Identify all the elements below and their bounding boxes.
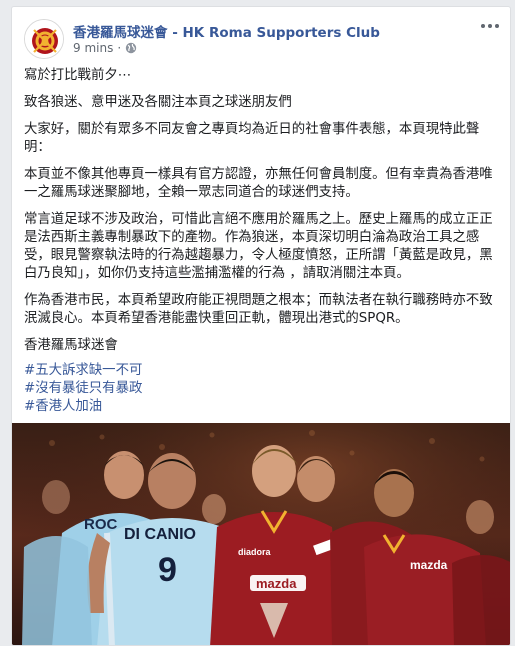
sponsor-logo: mazda	[256, 576, 297, 591]
club-logo-icon	[25, 20, 63, 58]
kit-brand: diadora	[238, 547, 272, 557]
sponsor-logo-secondary: mazda	[410, 558, 448, 572]
post-timestamp[interactable]: 9 mins	[73, 41, 113, 55]
more-dot	[495, 24, 499, 28]
jersey-number: 9	[158, 551, 177, 589]
globe-icon[interactable]	[125, 42, 137, 54]
more-dot	[488, 24, 492, 28]
partial-jersey-name: ROC	[84, 516, 118, 533]
page-avatar[interactable]	[24, 19, 64, 59]
post-paragraph: 作為香港市民，本頁希望政府能正視問題之根本；而執法者在執行職務時亦不致泯滅良心。…	[24, 293, 493, 326]
post-paragraph: 寫於打比戰前夕⋯	[24, 68, 132, 83]
post-paragraph: 致各狼迷、意甲迷及各關注本頁之球迷朋友們	[24, 95, 292, 110]
hashtag-list: #五大訴求缺一不可 #沒有暴徒只有暴政 #香港人加油	[24, 362, 502, 416]
post-paragraph: 本頁並不像其他專頁一樣具有官方認證，亦無任何會員制度。但有幸貴為香港唯一之羅馬球…	[24, 167, 493, 200]
post-paragraph: 大家好，關於有眾多不同友會之專頁均為近日的社會事件表態，本頁現特此聲明：	[24, 122, 480, 155]
post-signature: 香港羅馬球迷會	[24, 338, 118, 353]
post-body: 寫於打比戰前夕⋯ 致各狼迷、意甲迷及各關注本頁之球迷朋友們 大家好，關於有眾多不…	[24, 67, 502, 416]
post-header: 香港羅馬球迷會 - HK Roma Supporters Club 9 mins…	[12, 7, 510, 63]
more-options-icon[interactable]	[480, 19, 500, 33]
hashtag-link[interactable]: #五大訴求缺一不可	[24, 362, 502, 380]
post-meta: 9 mins ·	[73, 41, 137, 55]
football-players-photo: ROC DI CANIO 9 diadora mazda mazda	[12, 423, 510, 645]
post-card: 香港羅馬球迷會 - HK Roma Supporters Club 9 mins…	[11, 6, 511, 646]
post-paragraph: 常言道足球不涉及政治，可惜此言絕不應用於羅馬之上。歷史上羅馬的成立正正是法西斯主…	[24, 212, 493, 281]
post-photo[interactable]: ROC DI CANIO 9 diadora mazda mazda	[12, 423, 510, 645]
hashtag-link[interactable]: #香港人加油	[24, 398, 502, 416]
jersey-name: DI CANIO	[124, 526, 196, 543]
hashtag-link[interactable]: #沒有暴徒只有暴政	[24, 380, 502, 398]
more-dot	[481, 24, 485, 28]
meta-separator: ·	[117, 41, 122, 55]
page-name-link[interactable]: 香港羅馬球迷會 - HK Roma Supporters Club	[73, 21, 380, 41]
